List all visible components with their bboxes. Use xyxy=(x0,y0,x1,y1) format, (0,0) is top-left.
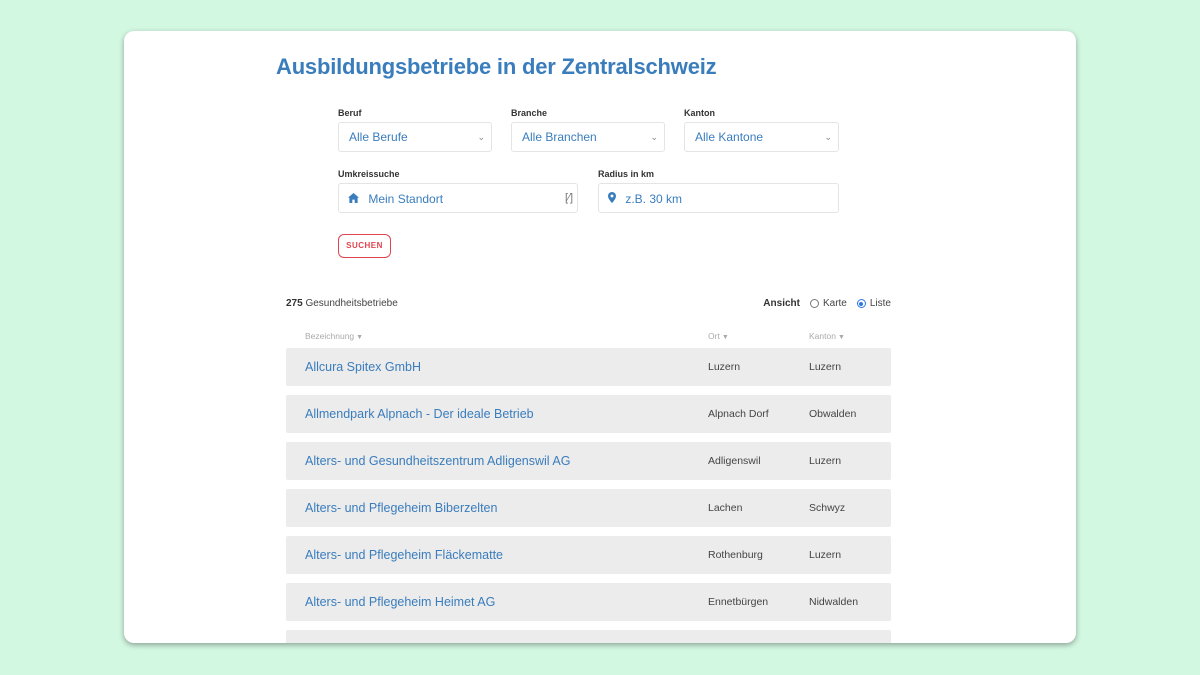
column-header-kanton[interactable]: Kanton ▼ xyxy=(809,331,845,341)
result-count-suffix: Gesundheitsbetriebe xyxy=(305,298,398,309)
radius-label: Radius in km xyxy=(598,169,655,179)
result-count-number: 275 xyxy=(286,298,303,309)
umkreis-label: Umkreissuche xyxy=(338,169,400,179)
locate-icon[interactable]: [⁄] xyxy=(565,184,573,212)
column-header-bezeichnung[interactable]: Bezeichnung ▼ xyxy=(305,331,363,341)
kanton-select-value: Alle Kantone xyxy=(695,130,764,144)
map-marker-icon xyxy=(608,185,616,213)
row-kanton: Luzern xyxy=(809,455,842,467)
row-kanton: Luzern xyxy=(809,361,842,373)
table-row[interactable]: Alters- und Gesundheitszentrum Adligensw… xyxy=(286,442,891,480)
table-row[interactable]: Allcura Spitex GmbH Luzern Luzern xyxy=(286,348,891,386)
view-toggle: Ansicht Karte Liste xyxy=(763,298,891,309)
browser-window: Ausbildungsbetriebe in der Zentralschwei… xyxy=(124,31,1076,643)
table-row-partial[interactable] xyxy=(286,630,891,643)
branche-label: Branche xyxy=(511,108,548,118)
branche-select-value: Alle Branchen xyxy=(522,130,597,144)
umkreis-input-value: Mein Standort xyxy=(368,191,444,206)
page-title: Ausbildungsbetriebe in der Zentralschwei… xyxy=(276,54,717,79)
row-ort: Lachen xyxy=(708,502,743,514)
view-radio-liste[interactable] xyxy=(856,299,866,308)
umkreis-input[interactable]: Mein Standort [⁄] xyxy=(338,183,578,213)
row-ort: Alpnach Dorf xyxy=(708,408,769,420)
row-kanton: Nidwalden xyxy=(809,596,859,608)
radius-input-placeholder: z.B. 30 km xyxy=(625,191,683,206)
row-kanton: Schwyz xyxy=(809,502,846,514)
row-name-link[interactable]: Alters- und Pflegeheim Biberzelten xyxy=(305,489,497,527)
beruf-select-value: Alle Berufe xyxy=(349,130,408,144)
view-radio-karte[interactable] xyxy=(809,299,819,308)
row-name-link[interactable]: Alters- und Gesundheitszentrum Adligensw… xyxy=(305,442,570,480)
branche-select[interactable]: Alle Branchen ⌄ xyxy=(511,122,665,152)
table-row[interactable]: Alters- und Pflegeheim Heimet AG Ennetbü… xyxy=(286,583,891,621)
sort-down-icon: ▼ xyxy=(356,334,364,341)
column-header-ort[interactable]: Ort ▼ xyxy=(708,331,729,341)
row-ort: Rothenburg xyxy=(708,549,763,561)
row-kanton: Luzern xyxy=(809,549,842,561)
kanton-label: Kanton xyxy=(684,108,715,118)
chevron-down-icon: ⌄ xyxy=(650,132,658,142)
beruf-label: Beruf xyxy=(338,108,362,118)
sort-down-icon: ▼ xyxy=(837,334,845,341)
home-icon xyxy=(348,185,359,213)
table-row[interactable]: Alters- und Pflegeheim Fläckematte Rothe… xyxy=(286,536,891,574)
view-label: Ansicht xyxy=(763,298,800,309)
chevron-down-icon: ⌄ xyxy=(477,132,485,142)
radius-input[interactable]: z.B. 30 km xyxy=(598,183,839,213)
kanton-select[interactable]: Alle Kantone ⌄ xyxy=(684,122,839,152)
beruf-select[interactable]: Alle Berufe ⌄ xyxy=(338,122,492,152)
row-ort: Luzern xyxy=(708,361,741,373)
view-option-karte[interactable]: Karte xyxy=(823,298,847,309)
row-kanton: Obwalden xyxy=(809,408,857,420)
sort-down-icon: ▼ xyxy=(721,334,729,341)
row-name-link[interactable]: Allmendpark Alpnach - Der ideale Betrieb xyxy=(305,395,534,433)
row-name-link[interactable]: Allcura Spitex GmbH xyxy=(305,348,421,386)
row-name-link[interactable]: Alters- und Pflegeheim Fläckematte xyxy=(305,536,503,574)
row-ort: Adligenswil xyxy=(708,455,761,467)
table-row[interactable]: Allmendpark Alpnach - Der ideale Betrieb… xyxy=(286,395,891,433)
view-option-liste[interactable]: Liste xyxy=(870,298,891,309)
row-name-link[interactable]: Alters- und Pflegeheim Heimet AG xyxy=(305,583,495,621)
result-count: 275 Gesundheitsbetriebe xyxy=(286,298,398,309)
search-button[interactable]: SUCHEN xyxy=(338,234,391,258)
chevron-down-icon: ⌄ xyxy=(824,132,832,142)
table-row[interactable]: Alters- und Pflegeheim Biberzelten Lache… xyxy=(286,489,891,527)
row-ort: Ennetbürgen xyxy=(708,596,769,608)
